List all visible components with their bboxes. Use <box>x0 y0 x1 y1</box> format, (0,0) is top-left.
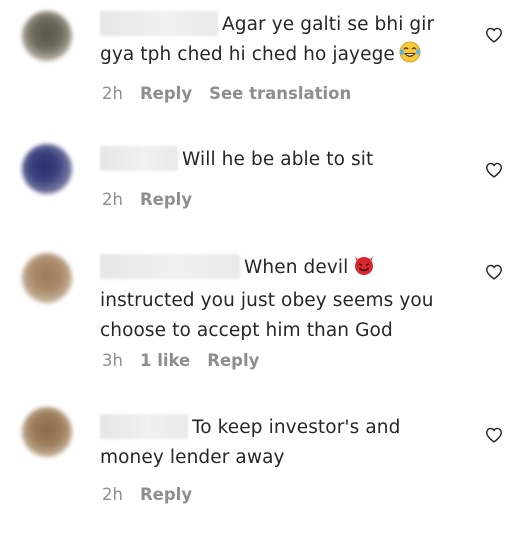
reply-button[interactable]: Reply <box>207 351 259 370</box>
comment-text: When devil instructed you just obey seem… <box>100 252 462 346</box>
avatar[interactable] <box>22 253 72 303</box>
heart-icon[interactable] <box>485 427 503 443</box>
comment-text: To keep investor's and money lender away <box>100 413 462 473</box>
reply-button[interactable]: Reply <box>140 84 192 103</box>
comment-meta: 3h 1 like Reply <box>102 351 276 370</box>
likes-count[interactable]: 1 like <box>140 351 190 370</box>
avatar[interactable] <box>22 144 72 194</box>
timestamp: 3h <box>102 351 123 370</box>
comment-meta: 2h Reply <box>102 485 209 504</box>
see-translation-button[interactable]: See translation <box>209 84 351 103</box>
heart-icon[interactable] <box>485 27 503 43</box>
username-blurred[interactable] <box>100 254 240 279</box>
username-blurred[interactable] <box>100 146 178 171</box>
comment-text: Will he be able to sit <box>100 145 462 175</box>
comment-meta: 2h Reply <box>102 190 209 209</box>
avatar[interactable] <box>22 11 72 61</box>
reply-button[interactable]: Reply <box>140 485 192 504</box>
avatar[interactable] <box>22 407 72 457</box>
smiling-devil-emoji <box>352 252 376 286</box>
comment-text: Agar ye galti se bhi gir gya tph ched hi… <box>100 10 462 73</box>
username-blurred[interactable] <box>100 414 188 439</box>
timestamp: 2h <box>102 84 123 103</box>
username-blurred[interactable] <box>100 11 218 36</box>
reply-button[interactable]: Reply <box>140 190 192 209</box>
heart-icon[interactable] <box>485 264 503 280</box>
timestamp: 2h <box>102 485 123 504</box>
tears-of-joy-emoji <box>399 41 421 73</box>
timestamp: 2h <box>102 190 123 209</box>
heart-icon[interactable] <box>485 162 503 178</box>
comment-meta: 2h Reply See translation <box>102 84 368 103</box>
